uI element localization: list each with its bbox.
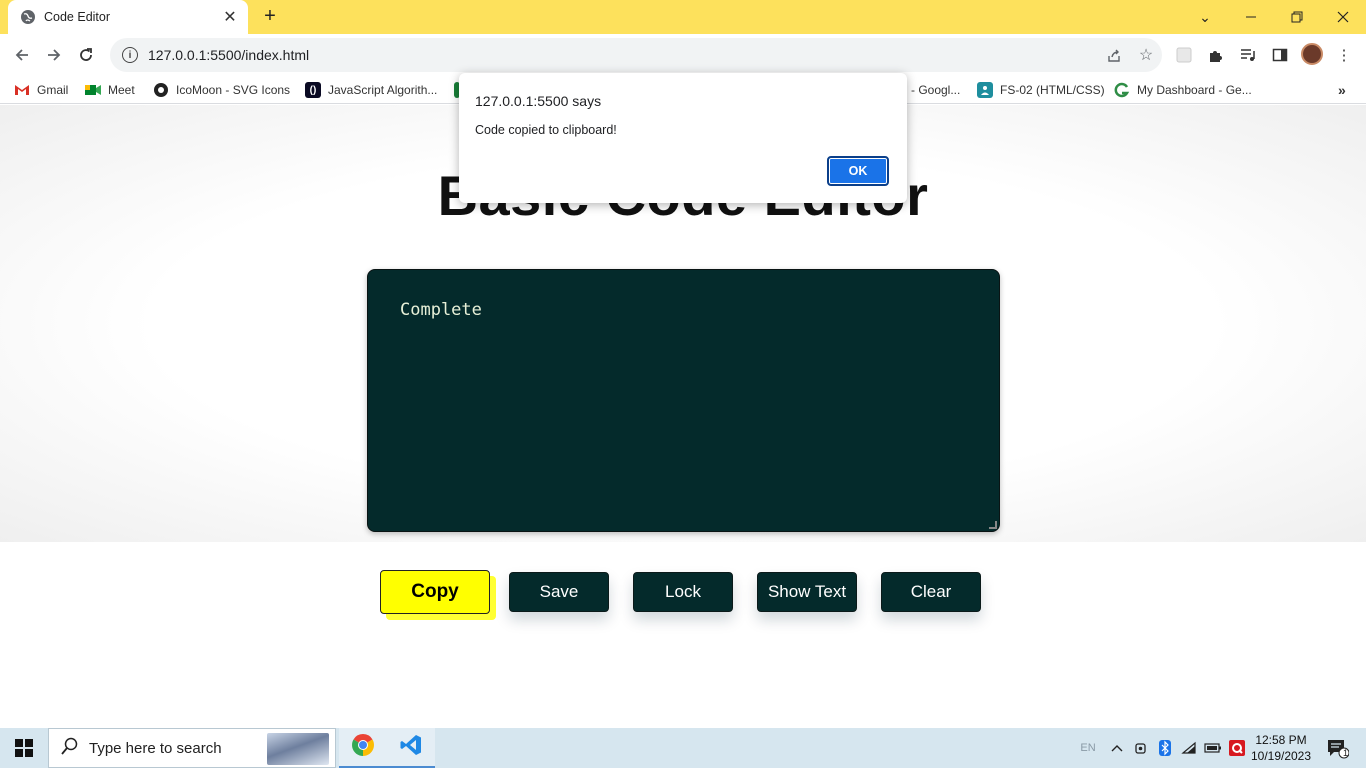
battery-icon[interactable] [1202, 728, 1224, 768]
tab-search-chevron-icon[interactable]: ⌄ [1182, 0, 1228, 34]
geeks-icon [1114, 82, 1130, 98]
forward-arrow-icon[interactable] [42, 43, 66, 67]
search-placeholder[interactable]: Type here to search [89, 740, 222, 757]
language-indicator[interactable]: EN [1078, 728, 1098, 768]
tab-code-editor[interactable]: Code Editor ✕ [8, 0, 248, 34]
menu-kebab-icon[interactable]: ⋮ [1332, 43, 1356, 67]
bluetooth-icon[interactable] [1154, 728, 1176, 768]
extensions-puzzle-icon[interactable] [1204, 43, 1228, 67]
site-info-icon[interactable]: i [122, 47, 138, 63]
classroom-icon [977, 82, 993, 98]
lock-button[interactable]: Lock [633, 572, 733, 612]
icomoon-icon [153, 82, 169, 98]
bookmark-icomoon[interactable]: IcoMoon - SVG Icons [153, 81, 290, 99]
close-tab-icon[interactable]: ✕ [222, 7, 238, 27]
copy-button[interactable]: Copy [380, 570, 490, 614]
freecodecamp-icon: () [305, 82, 321, 98]
bookmark-javascript-algorithms[interactable]: () JavaScript Algorith... [305, 81, 437, 99]
alert-dialog: 127.0.0.1:5500 says Code copied to clipb… [459, 73, 907, 203]
taskbar-clock[interactable]: 12:58 PM 10/19/2023 [1248, 732, 1314, 764]
search-icon [61, 737, 79, 760]
browser-toolbar: i 127.0.0.1:5500/index.html ☆ ⋮ [0, 34, 1366, 76]
code-editor-textarea[interactable]: Complete [367, 269, 1000, 532]
url-text[interactable]: 127.0.0.1:5500/index.html [148, 47, 1098, 63]
tab-title: Code Editor [44, 10, 111, 24]
bookmark-gmail[interactable]: Gmail [14, 81, 68, 99]
clock-date: 10/19/2023 [1250, 749, 1312, 763]
taskbar-search-box[interactable]: Type here to search [48, 728, 336, 768]
extension-grid-icon[interactable] [1172, 43, 1196, 67]
globe-icon [20, 9, 36, 25]
close-window-button[interactable] [1320, 0, 1366, 34]
tab-strip: Code Editor ✕ + ⌄ [0, 0, 1366, 34]
taskbar-chrome[interactable] [339, 728, 387, 768]
bookmarks-overflow-icon[interactable]: » [1338, 81, 1346, 99]
windows-taskbar: Type here to search EN 12:58 PM 10/19/20… [0, 728, 1366, 768]
vscode-icon [399, 733, 423, 762]
resize-handle-icon[interactable] [989, 521, 997, 529]
minimize-button[interactable] [1228, 0, 1274, 34]
chevron-up-icon[interactable] [1106, 728, 1128, 768]
bookmark-fs02[interactable]: FS-02 (HTML/CSS) [977, 81, 1105, 99]
bookmark-google[interactable]: - Googl... [911, 81, 960, 99]
bookmark-meet[interactable]: Meet [85, 81, 135, 99]
save-button[interactable]: Save [509, 572, 609, 612]
show-text-button[interactable]: Show Text [757, 572, 857, 612]
profile-avatar[interactable] [1301, 43, 1323, 65]
bookmark-star-icon[interactable]: ☆ [1130, 45, 1162, 65]
editor-content[interactable]: Complete [400, 300, 482, 320]
windows-start-icon[interactable] [0, 728, 48, 768]
chrome-icon [351, 733, 375, 762]
ok-button[interactable]: OK [827, 156, 889, 186]
wifi-icon[interactable] [1178, 728, 1200, 768]
side-panel-icon[interactable] [1268, 43, 1292, 67]
gmail-icon [14, 82, 30, 98]
notification-count: 1 [1343, 748, 1349, 758]
clock-time: 12:58 PM [1255, 733, 1307, 747]
search-highlight-image [267, 733, 329, 765]
dialog-message: Code copied to clipboard! [475, 123, 617, 137]
address-bar[interactable]: i 127.0.0.1:5500/index.html ☆ [110, 38, 1162, 72]
share-icon[interactable] [1098, 47, 1130, 63]
back-arrow-icon[interactable] [10, 43, 34, 67]
taskbar-vscode[interactable] [387, 728, 435, 768]
dialog-title: 127.0.0.1:5500 says [475, 93, 602, 109]
meet-now-icon[interactable] [1130, 728, 1152, 768]
new-tab-button[interactable]: + [258, 5, 282, 29]
media-queue-icon[interactable] [1236, 43, 1260, 67]
reload-icon[interactable] [74, 43, 98, 67]
bookmark-dashboard[interactable]: My Dashboard - Ge... [1114, 81, 1252, 99]
quick-heal-icon[interactable] [1226, 728, 1248, 768]
restore-button[interactable] [1274, 0, 1320, 34]
clear-button[interactable]: Clear [881, 572, 981, 612]
notification-center-icon[interactable]: 1 [1320, 728, 1354, 768]
meet-icon [85, 82, 101, 98]
